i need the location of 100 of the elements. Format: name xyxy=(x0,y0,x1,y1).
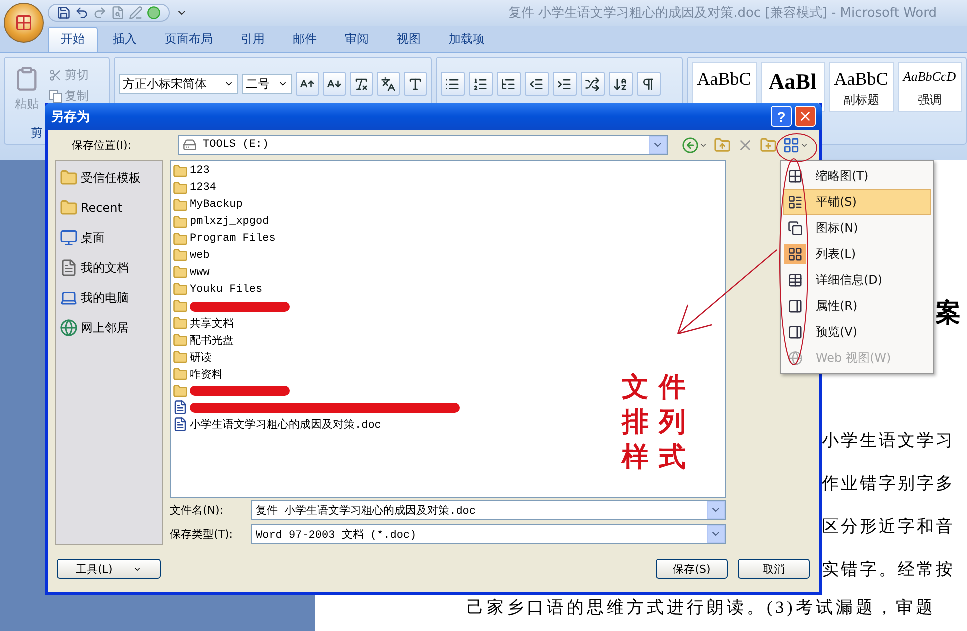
location-dropdown[interactable]: TOOLS (E:) xyxy=(178,135,668,155)
clear-format-icon[interactable] xyxy=(350,72,373,96)
place-item[interactable]: 我的文档 xyxy=(56,259,162,277)
font-name-field[interactable]: 方正小标宋简体 xyxy=(118,74,238,94)
tiles-icon xyxy=(788,194,802,210)
folder-icon xyxy=(173,198,188,213)
file-item[interactable]: pmlxzj_xpgod xyxy=(173,214,270,231)
style-preview: AaBbCcD xyxy=(903,69,956,85)
menu-item[interactable]: 缩略图(T) xyxy=(783,163,931,189)
numbering-icon[interactable] xyxy=(468,72,493,96)
scissors-icon xyxy=(49,68,62,82)
folder-icon xyxy=(173,232,188,246)
save-icon[interactable] xyxy=(57,6,71,20)
undo-icon[interactable] xyxy=(75,6,89,20)
globe-icon xyxy=(60,319,78,337)
style-preview: AaBbC xyxy=(834,69,888,90)
folder-icon xyxy=(173,316,188,331)
menu-item[interactable]: 列表(L) xyxy=(783,241,931,267)
menu-item[interactable]: 预览(V) xyxy=(783,319,931,345)
help-button[interactable]: ? xyxy=(771,106,792,127)
menu-item[interactable]: 详细信息(D) xyxy=(783,267,931,293)
ribbon-tab[interactable]: 引用 xyxy=(228,27,278,52)
file-item[interactable]: 123 xyxy=(173,163,210,180)
grid-icon xyxy=(788,168,802,184)
font-size-field[interactable]: 二号 xyxy=(242,74,292,94)
cancel-button[interactable]: 取消 xyxy=(738,559,810,579)
menu-item[interactable]: 平铺(S) xyxy=(783,189,931,215)
folder-icon xyxy=(173,366,188,382)
computer-icon xyxy=(60,289,78,307)
copy-icon xyxy=(49,90,62,102)
folder-icon xyxy=(173,180,188,196)
outdent-icon[interactable] xyxy=(524,72,549,96)
ribbon-tab[interactable]: 邮件 xyxy=(280,27,330,52)
document-text: 实错字。经常按 xyxy=(822,559,956,581)
circle-icon[interactable] xyxy=(147,6,161,20)
style-tile[interactable]: AaBbC 副标题 xyxy=(829,62,894,112)
globe-icon xyxy=(788,350,802,366)
file-item[interactable]: Program Files xyxy=(173,230,276,248)
border-letter-icon[interactable] xyxy=(404,72,427,96)
logo-icon xyxy=(15,14,33,32)
indent-icon[interactable] xyxy=(552,72,577,96)
document-text: 小学生语文学习 xyxy=(822,430,956,452)
place-item[interactable]: Recent xyxy=(56,199,162,217)
file-type-dropdown[interactable]: Word 97-2003 文档 (*.doc) xyxy=(251,524,726,544)
folder-icon xyxy=(173,164,188,179)
folder-icon xyxy=(60,169,78,187)
ribbon-tab[interactable]: 视图 xyxy=(384,27,434,52)
file-item[interactable]: MyBackup xyxy=(173,196,243,214)
file-item[interactable]: Youku Files xyxy=(173,281,263,298)
menu-item[interactable]: 属性(R) xyxy=(783,293,931,319)
filename-field[interactable]: 复件 小学生语文学习粗心的成因及对策.doc xyxy=(251,500,726,520)
place-item[interactable]: 受信任模板 xyxy=(56,169,162,187)
tools-button[interactable]: 工具(L) xyxy=(57,559,161,579)
back-icon[interactable] xyxy=(682,136,699,154)
folder-icon xyxy=(173,265,188,280)
sort-icon[interactable] xyxy=(608,72,633,96)
file-item[interactable]: 1234 xyxy=(173,180,216,197)
close-button[interactable] xyxy=(795,106,816,127)
document-text: 己家乡口语的思维方式进行朗读。(3)考试漏题，审题 xyxy=(467,597,937,619)
ribbon-tab[interactable]: 审阅 xyxy=(332,27,382,52)
document-text: 作业错字别字多 xyxy=(822,473,956,495)
folder-icon xyxy=(60,199,78,217)
place-item[interactable]: 我的电脑 xyxy=(56,289,162,307)
pages-icon xyxy=(788,220,802,236)
file-item[interactable]: www xyxy=(173,264,210,282)
file-item[interactable]: 研读 xyxy=(173,348,212,366)
file-item[interactable]: 小学生语文学习粗心的成因及对策.doc xyxy=(173,416,382,434)
group-label: 剪 xyxy=(31,125,43,142)
pilcrow-icon[interactable] xyxy=(636,72,661,96)
views-icon[interactable] xyxy=(783,136,800,154)
folder-icon xyxy=(173,384,188,399)
field-label: 保存类型(T): xyxy=(170,526,234,542)
file-item[interactable]: 咋资料 xyxy=(173,366,223,383)
ribbon-tab[interactable]: 开始 xyxy=(48,27,98,52)
ribbon-tab[interactable]: 插入 xyxy=(100,27,150,52)
grow-font-icon[interactable] xyxy=(296,72,319,96)
drive-icon xyxy=(183,138,197,152)
folder-icon xyxy=(173,214,188,230)
cross-arrows-icon[interactable] xyxy=(580,72,605,96)
style-label: 副标题 xyxy=(843,92,880,109)
office-button[interactable] xyxy=(4,3,44,43)
save-button[interactable]: 保存(S) xyxy=(656,559,728,579)
shrink-font-icon[interactable] xyxy=(322,72,346,96)
file-item[interactable]: 共享文档 xyxy=(173,315,234,332)
file-item[interactable]: web xyxy=(173,247,210,264)
menu-item[interactable]: 图标(N) xyxy=(783,215,931,241)
ribbon-tab[interactable]: 加载项 xyxy=(436,27,498,52)
table-icon xyxy=(788,272,802,288)
dialog-title: 另存为 xyxy=(51,108,90,126)
style-tile[interactable]: AaBbCcD 强调 xyxy=(898,62,962,112)
style-preview: AaBbC xyxy=(697,69,752,90)
place-item[interactable]: 桌面 xyxy=(56,229,162,247)
multilevel-list-icon[interactable] xyxy=(496,72,521,96)
document-text: 区分形近字和音 xyxy=(822,516,956,538)
place-item[interactable]: 网上邻居 xyxy=(56,319,162,337)
document-icon xyxy=(173,400,188,416)
file-item[interactable]: 配书光盘 xyxy=(173,332,234,349)
ribbon-tab[interactable]: 页面布局 xyxy=(152,27,226,52)
phonetic-icon[interactable] xyxy=(376,72,400,96)
bullets-icon[interactable] xyxy=(440,72,465,96)
